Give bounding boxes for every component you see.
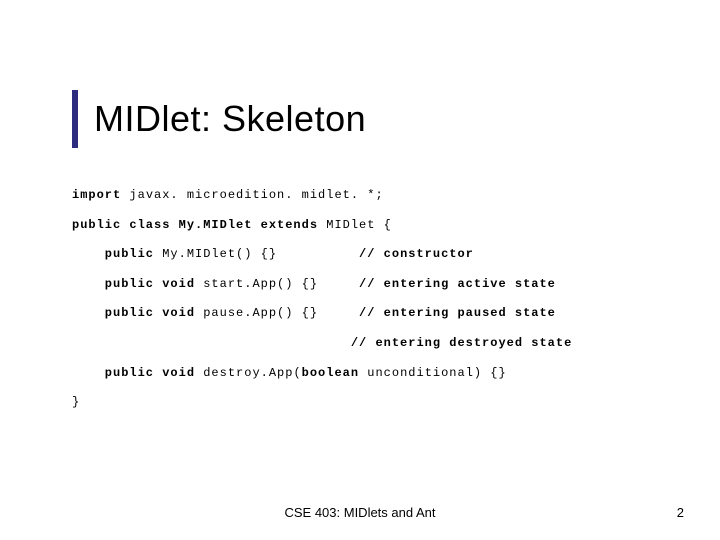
kw-public-void: public void bbox=[72, 306, 195, 320]
footer-course: CSE 403: MIDlets and Ant bbox=[0, 505, 720, 520]
comment: // entering active state bbox=[343, 277, 556, 291]
footer-page-number: 2 bbox=[677, 505, 684, 520]
comment: // entering destroyed state bbox=[72, 336, 572, 350]
comment: // constructor bbox=[343, 247, 474, 261]
code-text: start.App() {} bbox=[195, 277, 343, 291]
slide: MIDlet: Skeleton import javax. microedit… bbox=[0, 0, 720, 540]
code-text: destroy.App( bbox=[195, 366, 302, 380]
code-text: unconditional) {} bbox=[359, 366, 507, 380]
kw-public: public bbox=[72, 247, 154, 261]
code-text: My.MIDlet() {} bbox=[154, 247, 343, 261]
kw-public-void: public void bbox=[72, 277, 195, 291]
kw-class-decl: public class My.MIDlet extends bbox=[72, 218, 318, 232]
title-accent-bar bbox=[72, 90, 78, 148]
title-area: MIDlet: Skeleton bbox=[72, 90, 366, 148]
code-text: pause.App() {} bbox=[195, 306, 343, 320]
code-text: javax. microedition. midlet. *; bbox=[121, 188, 383, 202]
kw-public-void: public void bbox=[72, 366, 195, 380]
code-text: MIDlet { bbox=[318, 218, 392, 232]
kw-boolean: boolean bbox=[302, 366, 359, 380]
code-text: } bbox=[72, 395, 80, 409]
kw-import: import bbox=[72, 188, 121, 202]
slide-title: MIDlet: Skeleton bbox=[94, 98, 366, 140]
code-block: import javax. microedition. midlet. *; p… bbox=[72, 188, 680, 411]
comment: // entering paused state bbox=[343, 306, 556, 320]
